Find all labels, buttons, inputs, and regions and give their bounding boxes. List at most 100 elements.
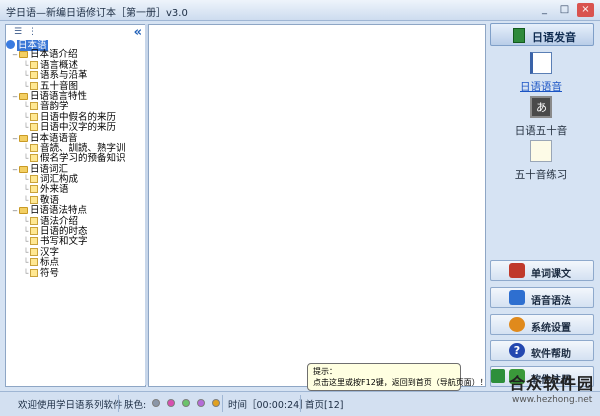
right-panel: 日语发音 日语语音 日语五十音 五十音练习 单词课文 语音语法 系统设置 ? 软…	[487, 20, 600, 392]
tree-connector: └	[23, 247, 29, 257]
expand-icon[interactable]: −	[12, 165, 18, 175]
page-icon	[30, 247, 38, 256]
tree-item[interactable]: └ 词汇构成	[6, 174, 145, 185]
expand-icon[interactable]: −	[12, 206, 18, 216]
grammar-button[interactable]: 语音语法	[490, 287, 594, 308]
help-label: 软件帮助	[531, 349, 571, 360]
expand-icon[interactable]: −	[12, 92, 18, 102]
notebook-icon	[530, 52, 552, 74]
skin-swatch-3[interactable]	[182, 399, 190, 407]
tree-item-label: 音韵学	[40, 101, 69, 113]
page-icon	[30, 195, 38, 204]
grammar-icon	[509, 290, 525, 305]
page-icon	[30, 102, 38, 111]
settings-button[interactable]: 系统设置	[490, 314, 594, 335]
tree-item[interactable]: └ 外来语	[6, 185, 145, 195]
folder-icon	[19, 51, 28, 59]
tree-pane: ☰ ⋮ « 日本语 − 日本语介绍 └ 语言概述 └ 语系与沿革 └ 五十音图 − 日语语言特性 └…	[5, 24, 146, 387]
help-icon: ?	[509, 343, 525, 358]
folder-icon	[19, 92, 28, 100]
content-area	[148, 24, 486, 387]
tree-connector: └	[23, 102, 29, 112]
page-icon	[30, 112, 38, 121]
skin-swatch-5[interactable]	[212, 399, 220, 407]
tree-connector: └	[23, 185, 29, 195]
vocabulary-button[interactable]: 单词课文	[490, 260, 594, 281]
elapsed-time: 时间［00:00:24］	[228, 400, 309, 411]
tree-item-label: 书写和文字	[40, 236, 88, 248]
page-icon	[30, 216, 38, 225]
book-icon	[513, 28, 525, 43]
title-bar: 学日语—新编日语修订本［第一册］v3.0 _ □ ×	[0, 0, 600, 21]
page-icon	[30, 123, 38, 132]
tree-item-label: 五十音图	[40, 80, 79, 92]
tree-item[interactable]: └ 假名学习的预备知识	[6, 154, 145, 164]
feature-practice[interactable]: 五十音练习	[487, 140, 595, 200]
help-button[interactable]: ? 软件帮助	[490, 340, 594, 361]
status-divider	[118, 395, 119, 412]
tree-item[interactable]: └ 汉字	[6, 247, 145, 258]
tree-connector: └	[23, 112, 29, 122]
home-hint-tooltip: 提示： 点击这里或按F12键，返回到首页（导航页面）！	[307, 363, 488, 391]
close-button[interactable]: ×	[577, 3, 594, 17]
tree-item[interactable]: └ 标点	[6, 258, 145, 268]
tree-item-label: 符号	[40, 267, 60, 279]
tooltip-title: 提示：	[313, 367, 337, 376]
feature-practice-label: 五十音练习	[514, 169, 568, 181]
tree-connector: └	[23, 143, 29, 153]
settings-label: 系统设置	[531, 323, 571, 334]
home-page-counter[interactable]: 首页[12]	[305, 397, 344, 411]
gear-icon	[509, 317, 525, 332]
status-welcome: 欢迎使用学日语系列软件	[18, 400, 123, 411]
skin-swatch-2[interactable]	[167, 399, 175, 407]
tree-item[interactable]: └ 符号	[6, 267, 145, 279]
tree-view-icon[interactable]: ⋮	[28, 27, 40, 38]
folder-icon	[19, 134, 28, 142]
tree-connector: └	[23, 216, 29, 226]
watermark-logo: 合众软件园	[509, 374, 595, 393]
watermark-url: www.hezhong.net	[512, 395, 593, 405]
chapter-tree: 日本语 − 日本语介绍 └ 语言概述 └ 语系与沿革 └ 五十音图 − 日语语言特性 └ 音韵学 └ 日语…	[6, 40, 145, 279]
window-title: 学日语—新编日语修订本［第一册］v3.0	[6, 8, 188, 19]
expand-icon[interactable]: −	[12, 50, 18, 60]
tree-item[interactable]: └ 书写和文字	[6, 237, 145, 247]
site-watermark: 合众软件园 www.hezhong.net	[487, 366, 600, 415]
tree-group[interactable]: − 日语语言特性	[6, 91, 145, 102]
tree-item-label: 标点	[40, 257, 60, 269]
tree-connector: └	[23, 60, 29, 70]
collapse-panel-icon[interactable]: «	[134, 25, 142, 40]
watermark-logo-icon	[491, 369, 505, 383]
pronunciation-label: 日语发音	[532, 31, 576, 44]
tree-group-label: 日本语介绍	[30, 49, 78, 61]
skin-label: 肤色:	[124, 400, 147, 411]
tree-connector: └	[23, 195, 29, 205]
pronunciation-button[interactable]: 日语发音	[490, 23, 594, 46]
skin-swatch-1[interactable]	[152, 399, 160, 407]
page-icon	[30, 60, 38, 69]
tree-item-label: 日语中汉字的来历	[40, 122, 117, 134]
maximize-button[interactable]: □	[556, 3, 573, 17]
status-divider	[222, 395, 223, 412]
tree-connector: └	[23, 268, 29, 278]
skin-swatch-4[interactable]	[197, 399, 205, 407]
tree-connector: └	[23, 123, 29, 133]
page-icon	[30, 175, 38, 184]
tree-toolbar: ☰ ⋮ «	[6, 25, 145, 41]
tree-item-label: 外来语	[40, 184, 69, 196]
minimize-button[interactable]: _	[536, 3, 553, 17]
status-divider	[300, 395, 301, 412]
tree-connector: └	[23, 227, 29, 237]
tree-connector: └	[23, 175, 29, 185]
worksheet-icon	[530, 140, 552, 162]
books-icon	[509, 263, 525, 278]
page-icon	[30, 71, 38, 80]
book-icon	[6, 40, 15, 49]
grammar-label: 语音语法	[531, 296, 571, 307]
page-icon	[30, 258, 38, 267]
page-icon	[30, 237, 38, 246]
list-view-icon[interactable]: ☰	[14, 27, 26, 38]
page-icon	[30, 154, 38, 163]
page-icon	[30, 227, 38, 236]
blackboard-icon	[530, 96, 552, 118]
expand-icon[interactable]: −	[12, 134, 18, 144]
